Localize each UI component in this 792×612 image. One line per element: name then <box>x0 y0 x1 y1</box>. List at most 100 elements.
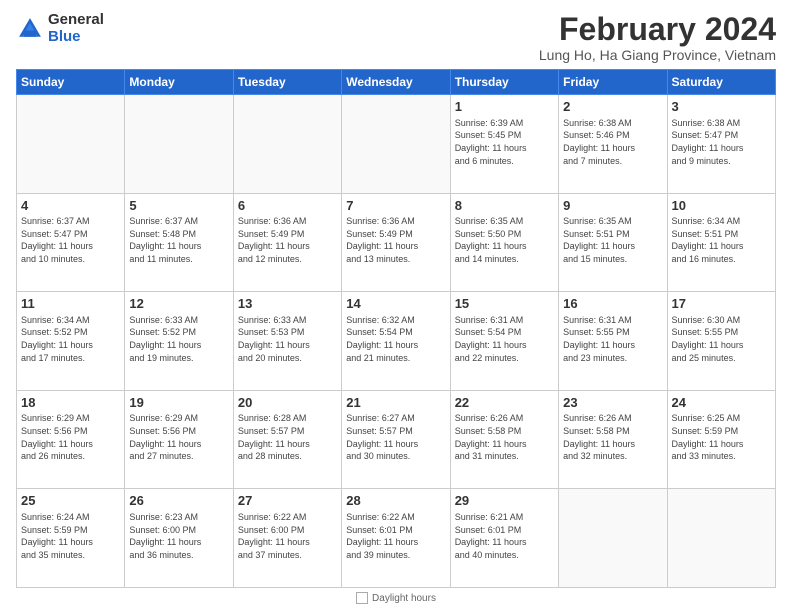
day-info: Sunrise: 6:37 AM Sunset: 5:48 PM Dayligh… <box>129 215 228 265</box>
calendar-header-row: Sunday Monday Tuesday Wednesday Thursday… <box>17 70 776 95</box>
day-info: Sunrise: 6:23 AM Sunset: 6:00 PM Dayligh… <box>129 511 228 561</box>
calendar-cell: 21Sunrise: 6:27 AM Sunset: 5:57 PM Dayli… <box>342 390 450 489</box>
calendar-cell <box>667 489 775 588</box>
day-info: Sunrise: 6:33 AM Sunset: 5:52 PM Dayligh… <box>129 314 228 364</box>
calendar-cell: 24Sunrise: 6:25 AM Sunset: 5:59 PM Dayli… <box>667 390 775 489</box>
day-info: Sunrise: 6:36 AM Sunset: 5:49 PM Dayligh… <box>346 215 445 265</box>
day-info: Sunrise: 6:29 AM Sunset: 5:56 PM Dayligh… <box>129 412 228 462</box>
day-number: 1 <box>455 98 554 116</box>
logo: General Blue <box>16 12 104 45</box>
col-saturday: Saturday <box>667 70 775 95</box>
calendar-table: Sunday Monday Tuesday Wednesday Thursday… <box>16 69 776 588</box>
calendar-week-2: 11Sunrise: 6:34 AM Sunset: 5:52 PM Dayli… <box>17 292 776 391</box>
day-info: Sunrise: 6:22 AM Sunset: 6:01 PM Dayligh… <box>346 511 445 561</box>
logo-icon <box>16 15 44 43</box>
col-thursday: Thursday <box>450 70 558 95</box>
calendar-cell: 23Sunrise: 6:26 AM Sunset: 5:58 PM Dayli… <box>559 390 667 489</box>
calendar-cell <box>342 95 450 194</box>
day-number: 11 <box>21 295 120 313</box>
day-number: 19 <box>129 394 228 412</box>
calendar-cell: 17Sunrise: 6:30 AM Sunset: 5:55 PM Dayli… <box>667 292 775 391</box>
day-number: 23 <box>563 394 662 412</box>
col-monday: Monday <box>125 70 233 95</box>
day-number: 3 <box>672 98 771 116</box>
calendar-cell: 10Sunrise: 6:34 AM Sunset: 5:51 PM Dayli… <box>667 193 775 292</box>
calendar-cell: 19Sunrise: 6:29 AM Sunset: 5:56 PM Dayli… <box>125 390 233 489</box>
calendar-cell <box>233 95 341 194</box>
day-info: Sunrise: 6:31 AM Sunset: 5:54 PM Dayligh… <box>455 314 554 364</box>
day-number: 13 <box>238 295 337 313</box>
calendar-cell <box>17 95 125 194</box>
page: General Blue February 2024 Lung Ho, Ha G… <box>0 0 792 612</box>
calendar-cell: 1Sunrise: 6:39 AM Sunset: 5:45 PM Daylig… <box>450 95 558 194</box>
day-info: Sunrise: 6:34 AM Sunset: 5:51 PM Dayligh… <box>672 215 771 265</box>
day-info: Sunrise: 6:35 AM Sunset: 5:51 PM Dayligh… <box>563 215 662 265</box>
day-info: Sunrise: 6:31 AM Sunset: 5:55 PM Dayligh… <box>563 314 662 364</box>
day-number: 25 <box>21 492 120 510</box>
day-number: 15 <box>455 295 554 313</box>
day-number: 10 <box>672 197 771 215</box>
day-number: 22 <box>455 394 554 412</box>
day-number: 27 <box>238 492 337 510</box>
day-info: Sunrise: 6:36 AM Sunset: 5:49 PM Dayligh… <box>238 215 337 265</box>
day-info: Sunrise: 6:27 AM Sunset: 5:57 PM Dayligh… <box>346 412 445 462</box>
day-number: 18 <box>21 394 120 412</box>
day-number: 17 <box>672 295 771 313</box>
day-number: 14 <box>346 295 445 313</box>
daylight-label: Daylight hours <box>372 593 436 604</box>
day-number: 28 <box>346 492 445 510</box>
calendar-week-3: 18Sunrise: 6:29 AM Sunset: 5:56 PM Dayli… <box>17 390 776 489</box>
day-info: Sunrise: 6:26 AM Sunset: 5:58 PM Dayligh… <box>455 412 554 462</box>
day-info: Sunrise: 6:38 AM Sunset: 5:47 PM Dayligh… <box>672 117 771 167</box>
day-number: 26 <box>129 492 228 510</box>
day-info: Sunrise: 6:35 AM Sunset: 5:50 PM Dayligh… <box>455 215 554 265</box>
calendar-cell: 29Sunrise: 6:21 AM Sunset: 6:01 PM Dayli… <box>450 489 558 588</box>
calendar-cell: 13Sunrise: 6:33 AM Sunset: 5:53 PM Dayli… <box>233 292 341 391</box>
calendar-cell: 2Sunrise: 6:38 AM Sunset: 5:46 PM Daylig… <box>559 95 667 194</box>
day-info: Sunrise: 6:21 AM Sunset: 6:01 PM Dayligh… <box>455 511 554 561</box>
day-number: 2 <box>563 98 662 116</box>
col-tuesday: Tuesday <box>233 70 341 95</box>
day-number: 21 <box>346 394 445 412</box>
day-number: 24 <box>672 394 771 412</box>
day-number: 29 <box>455 492 554 510</box>
day-info: Sunrise: 6:37 AM Sunset: 5:47 PM Dayligh… <box>21 215 120 265</box>
day-number: 6 <box>238 197 337 215</box>
day-number: 8 <box>455 197 554 215</box>
day-info: Sunrise: 6:33 AM Sunset: 5:53 PM Dayligh… <box>238 314 337 364</box>
calendar-cell: 9Sunrise: 6:35 AM Sunset: 5:51 PM Daylig… <box>559 193 667 292</box>
title-block: February 2024 Lung Ho, Ha Giang Province… <box>539 12 776 63</box>
day-info: Sunrise: 6:25 AM Sunset: 5:59 PM Dayligh… <box>672 412 771 462</box>
calendar-cell: 5Sunrise: 6:37 AM Sunset: 5:48 PM Daylig… <box>125 193 233 292</box>
calendar-cell: 7Sunrise: 6:36 AM Sunset: 5:49 PM Daylig… <box>342 193 450 292</box>
calendar-cell: 28Sunrise: 6:22 AM Sunset: 6:01 PM Dayli… <box>342 489 450 588</box>
day-number: 12 <box>129 295 228 313</box>
calendar-cell: 12Sunrise: 6:33 AM Sunset: 5:52 PM Dayli… <box>125 292 233 391</box>
calendar-cell: 8Sunrise: 6:35 AM Sunset: 5:50 PM Daylig… <box>450 193 558 292</box>
day-info: Sunrise: 6:39 AM Sunset: 5:45 PM Dayligh… <box>455 117 554 167</box>
calendar-cell: 3Sunrise: 6:38 AM Sunset: 5:47 PM Daylig… <box>667 95 775 194</box>
header: General Blue February 2024 Lung Ho, Ha G… <box>16 12 776 63</box>
calendar-cell: 18Sunrise: 6:29 AM Sunset: 5:56 PM Dayli… <box>17 390 125 489</box>
day-info: Sunrise: 6:22 AM Sunset: 6:00 PM Dayligh… <box>238 511 337 561</box>
footer: Daylight hours <box>16 588 776 604</box>
day-number: 16 <box>563 295 662 313</box>
day-number: 9 <box>563 197 662 215</box>
day-number: 20 <box>238 394 337 412</box>
calendar-week-1: 4Sunrise: 6:37 AM Sunset: 5:47 PM Daylig… <box>17 193 776 292</box>
calendar-cell: 6Sunrise: 6:36 AM Sunset: 5:49 PM Daylig… <box>233 193 341 292</box>
calendar-cell: 4Sunrise: 6:37 AM Sunset: 5:47 PM Daylig… <box>17 193 125 292</box>
daylight-color <box>356 592 368 604</box>
calendar-week-4: 25Sunrise: 6:24 AM Sunset: 5:59 PM Dayli… <box>17 489 776 588</box>
day-number: 7 <box>346 197 445 215</box>
month-title: February 2024 <box>539 12 776 47</box>
day-info: Sunrise: 6:29 AM Sunset: 5:56 PM Dayligh… <box>21 412 120 462</box>
day-info: Sunrise: 6:38 AM Sunset: 5:46 PM Dayligh… <box>563 117 662 167</box>
day-info: Sunrise: 6:32 AM Sunset: 5:54 PM Dayligh… <box>346 314 445 364</box>
day-info: Sunrise: 6:34 AM Sunset: 5:52 PM Dayligh… <box>21 314 120 364</box>
calendar-cell: 11Sunrise: 6:34 AM Sunset: 5:52 PM Dayli… <box>17 292 125 391</box>
logo-text: General Blue <box>48 12 104 45</box>
location: Lung Ho, Ha Giang Province, Vietnam <box>539 47 776 63</box>
calendar-week-0: 1Sunrise: 6:39 AM Sunset: 5:45 PM Daylig… <box>17 95 776 194</box>
calendar-cell: 25Sunrise: 6:24 AM Sunset: 5:59 PM Dayli… <box>17 489 125 588</box>
